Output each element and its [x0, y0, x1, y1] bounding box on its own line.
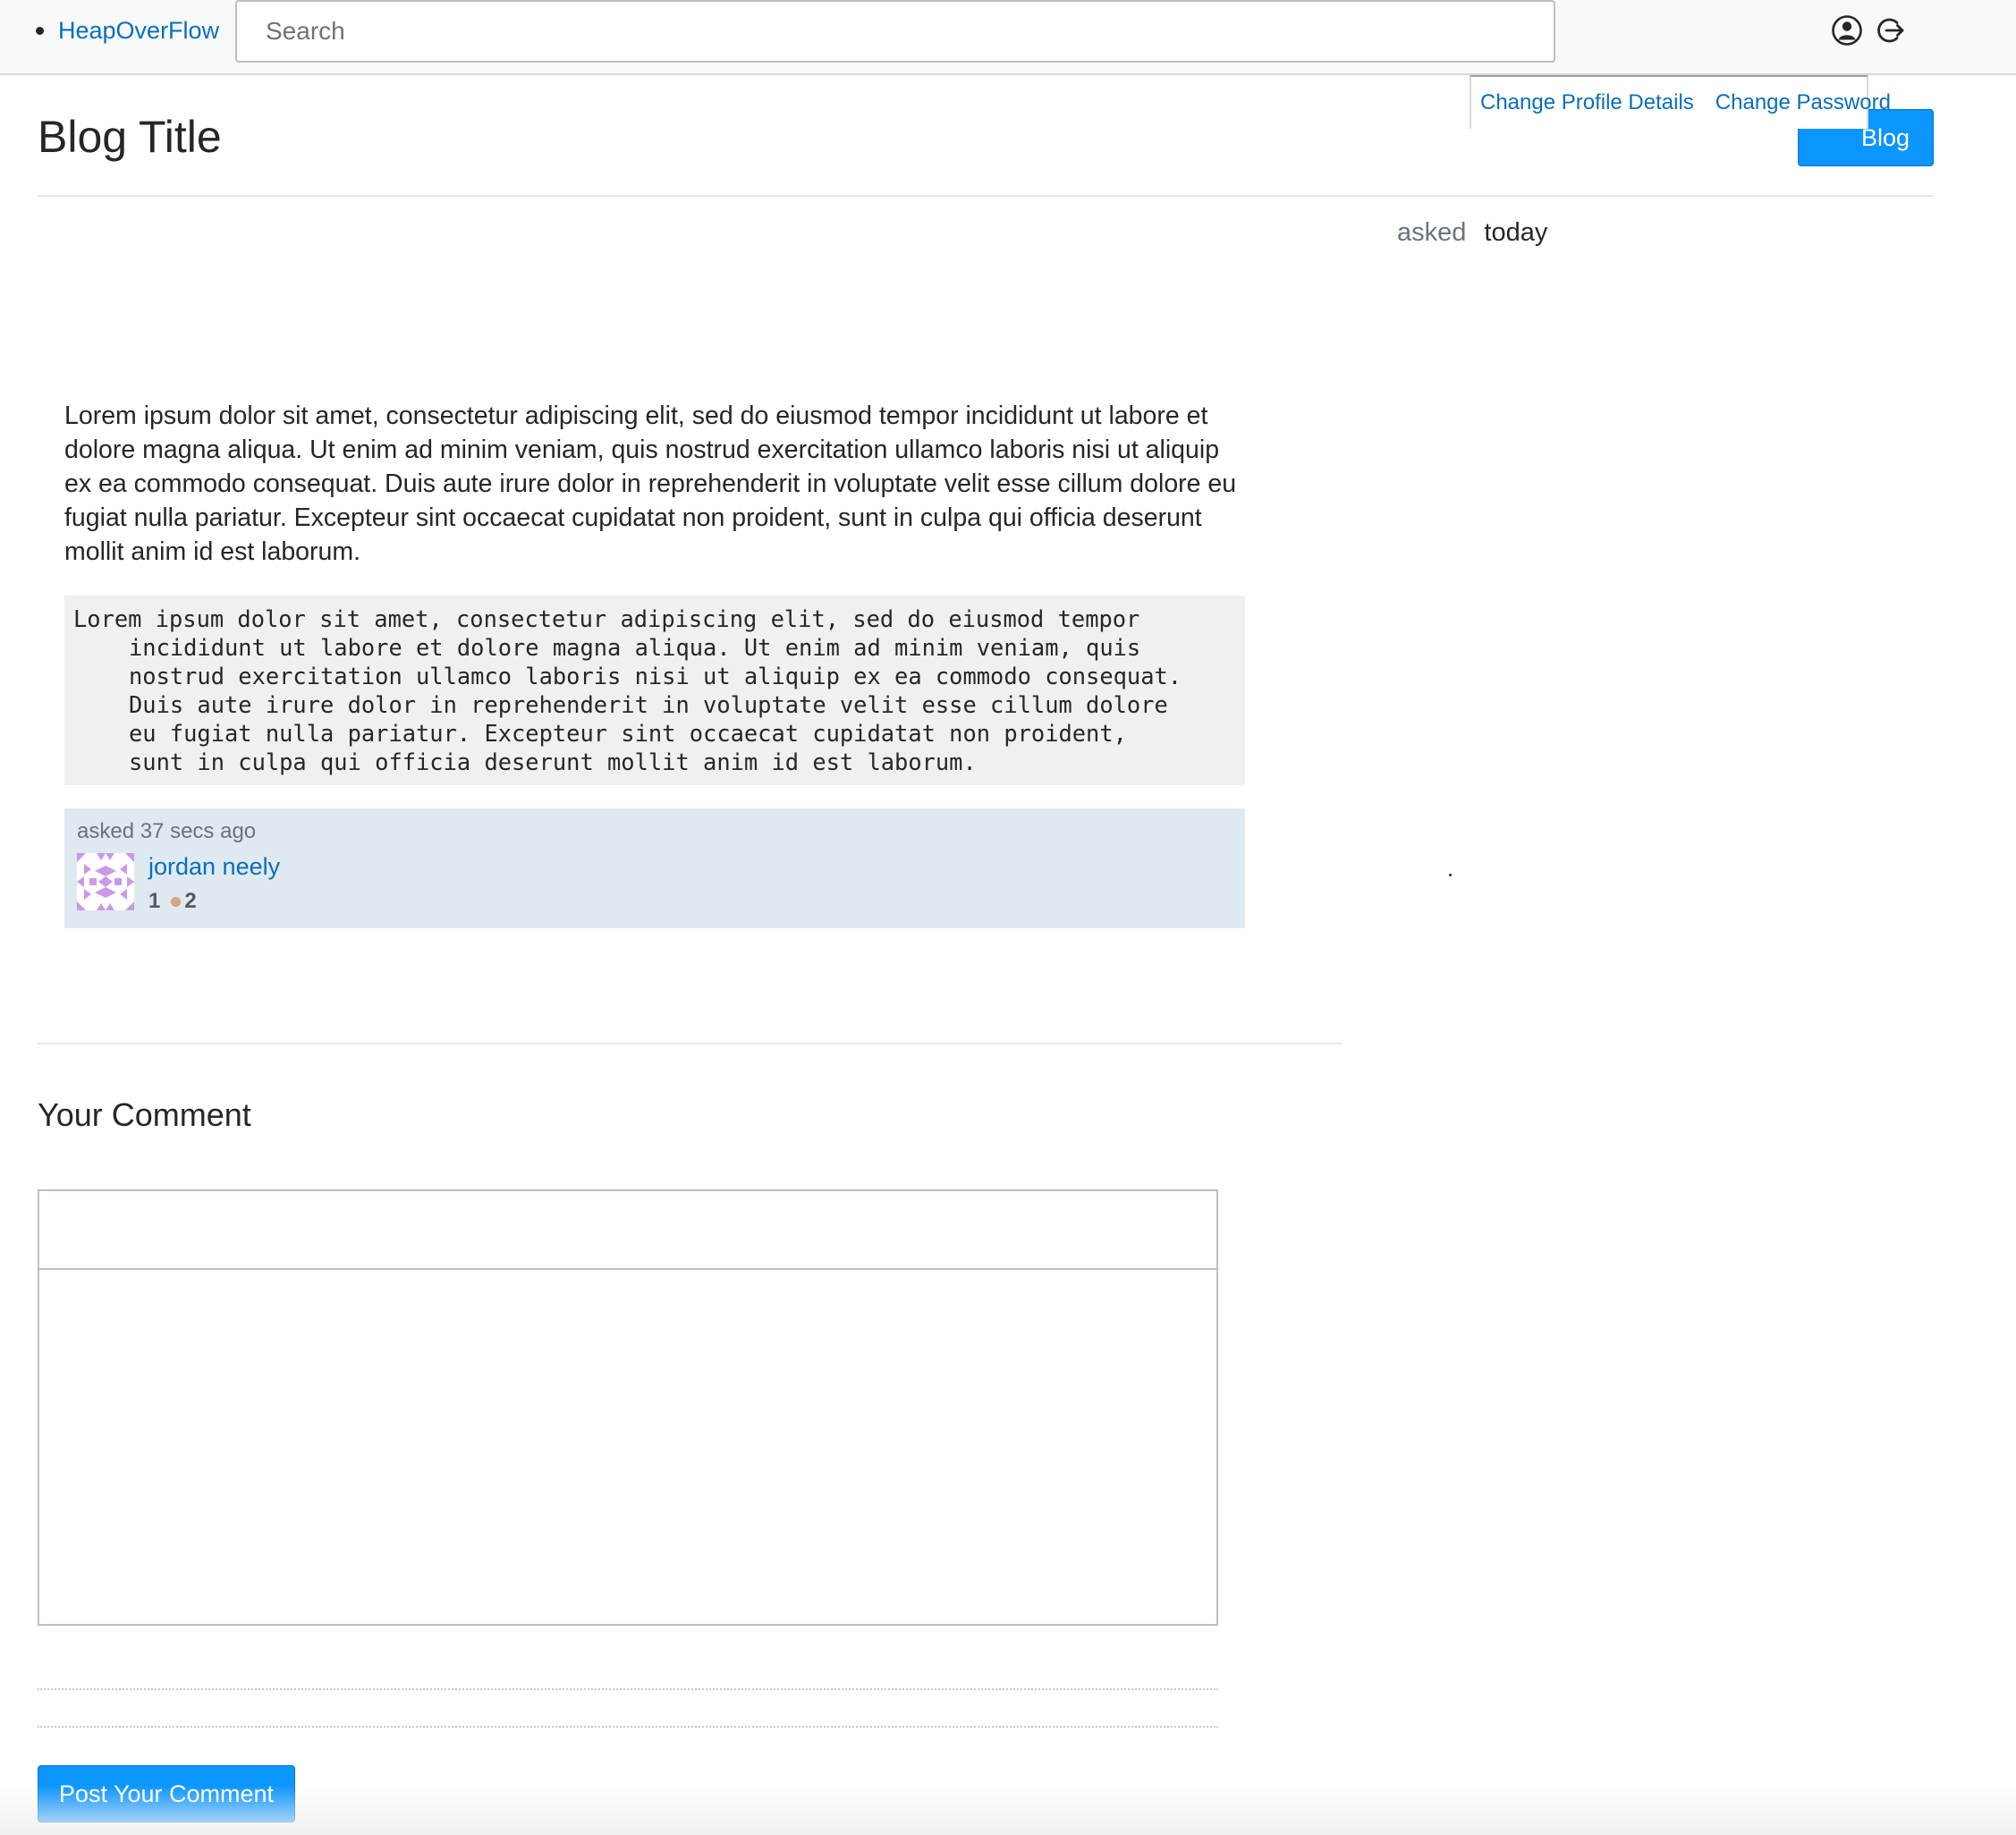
code-block: Lorem ipsum dolor sit amet, consectetur …	[64, 596, 1245, 785]
post-comment-button[interactable]: Post Your Comment	[38, 1765, 295, 1822]
section-divider	[38, 1043, 1342, 1044]
editor-toolbar	[39, 1191, 1216, 1270]
change-profile-details-link[interactable]: Change Profile Details	[1480, 90, 1694, 115]
brand-label: HeapOverFlow	[58, 16, 220, 44]
comment-heading: Your Comment	[38, 1096, 251, 1133]
code-line: eu fugiat nulla pariatur. Excepteur sint…	[129, 720, 1127, 747]
brand-link[interactable]: HeapOverFlow	[36, 13, 219, 48]
reputation-score: 1	[148, 889, 161, 913]
code-line: incididunt ut labore et dolore magna ali…	[129, 634, 1141, 661]
logout-icon[interactable]	[1874, 14, 1906, 47]
avatar[interactable]	[77, 853, 134, 910]
stray-dot	[1449, 874, 1452, 876]
search-input[interactable]	[235, 0, 1555, 63]
dotted-divider	[38, 1688, 1218, 1690]
user-name-link[interactable]: jordan neely	[148, 853, 280, 881]
post-body: Lorem ipsum dolor sit amet, consectetur …	[64, 402, 1237, 566]
user-reputation: 1 2	[148, 889, 197, 914]
user-circle-icon[interactable]	[1831, 14, 1863, 47]
code-line: Lorem ipsum dolor sit amet, consectetur …	[73, 605, 1140, 632]
bronze-badge-icon	[171, 896, 182, 907]
page-title: Blog Title	[38, 112, 222, 162]
asked-time: asked 37 secs ago	[77, 819, 257, 843]
comment-textarea[interactable]	[39, 1270, 1216, 1622]
asked-label: asked	[1397, 218, 1467, 247]
bronze-badge-count: 2	[184, 889, 197, 913]
user-card: asked 37 secs ago jordan neely 1 2	[64, 808, 1245, 928]
header-divider	[38, 195, 1934, 197]
change-password-link[interactable]: Change Password	[1715, 90, 1891, 115]
code-line: sunt in culpa qui officia deserunt molli…	[129, 748, 977, 775]
post-meta: asked today	[1397, 218, 1547, 248]
top-navbar: HeapOverFlow	[0, 0, 2016, 75]
code-line: Duis aute irure dolor in reprehenderit i…	[129, 691, 1168, 718]
comment-editor	[38, 1189, 1218, 1626]
bottom-fade	[0, 1785, 2016, 1835]
dotted-divider	[38, 1726, 1218, 1728]
profile-dropdown: Change Profile Details Change Password	[1470, 75, 1891, 129]
code-line: nostrud exercitation ullamco laboris nis…	[129, 663, 1182, 689]
bullet-icon	[36, 26, 44, 35]
asked-value: today	[1484, 218, 1548, 247]
